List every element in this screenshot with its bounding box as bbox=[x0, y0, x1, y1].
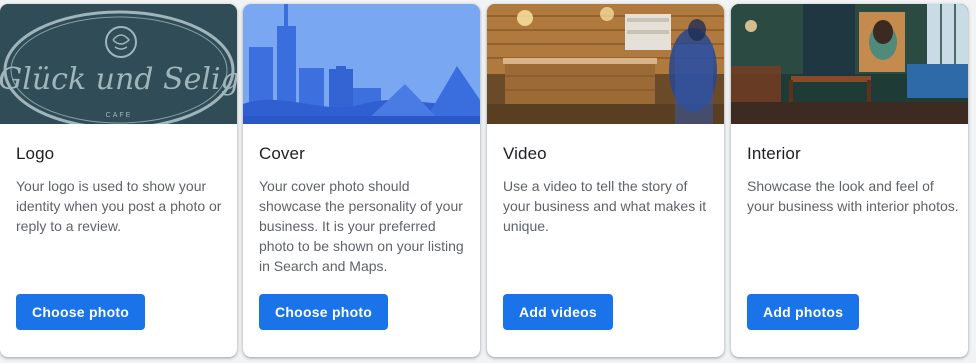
logo-image: Glück und Selig CAFE bbox=[0, 4, 237, 124]
add-videos-button[interactable]: Add videos bbox=[503, 294, 613, 330]
card-cover: Cover Your cover photo should showcase t… bbox=[243, 4, 480, 357]
interior-image bbox=[731, 4, 968, 124]
card-title: Interior bbox=[747, 144, 801, 163]
card-description: Your cover photo should showcase the per… bbox=[259, 178, 464, 274]
photo-category-cards: Glück und Selig CAFE Logo Your logo is u… bbox=[0, 0, 976, 363]
choose-logo-photo-button[interactable]: Choose photo bbox=[16, 294, 146, 330]
card-description: Showcase the look and feel of your busin… bbox=[747, 178, 959, 214]
choose-cover-photo-button[interactable]: Choose photo bbox=[259, 294, 389, 330]
logo-text: Glück und Selig bbox=[0, 62, 237, 97]
card-title: Cover bbox=[259, 144, 305, 163]
card-interior: Interior Showcase the look and feel of y… bbox=[731, 4, 968, 357]
card-video: Video Use a video to tell the story of y… bbox=[487, 4, 724, 357]
card-description: Your logo is used to show your identity … bbox=[16, 178, 222, 234]
card-description: Use a video to tell the story of your bu… bbox=[503, 178, 707, 234]
card-logo: Glück und Selig CAFE Logo Your logo is u… bbox=[0, 4, 237, 357]
video-image bbox=[487, 4, 724, 124]
logo-subtext: CAFE bbox=[106, 112, 133, 119]
card-title: Logo bbox=[16, 144, 55, 163]
card-title: Video bbox=[503, 144, 547, 163]
cover-illustration bbox=[243, 4, 480, 124]
add-photos-button[interactable]: Add photos bbox=[747, 294, 860, 330]
